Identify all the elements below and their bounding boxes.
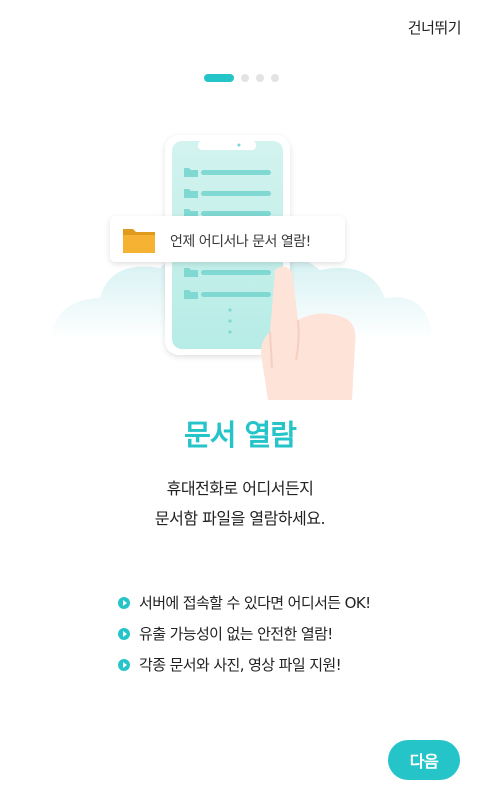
feature-item: 서버에 접속할 수 있다면 어디서든 OK! [118, 587, 371, 618]
page-dot [256, 74, 264, 82]
page-indicator [204, 74, 279, 82]
folder-icon [123, 229, 155, 253]
play-bullet-icon [118, 627, 130, 640]
play-bullet-icon [118, 658, 130, 671]
feature-text: 유출 가능성이 없는 안전한 열람! [139, 625, 333, 643]
description-line: 문서함 파일을 열람하세요. [154, 509, 326, 528]
bubble-text: 언제 어디서나 문서 열람! [170, 234, 311, 250]
feature-text: 서버에 접속할 수 있다면 어디서든 OK! [139, 594, 371, 612]
phone-notch [198, 141, 256, 150]
feature-item: 각종 문서와 사진, 영상 파일 지원! [118, 649, 371, 680]
page-dot [241, 74, 249, 82]
skip-button[interactable]: 건너뛰기 [408, 17, 462, 38]
description-line: 휴대전화로 어디서든지 [166, 479, 314, 498]
feature-list: 서버에 접속할 수 있다면 어디서든 OK! 유출 가능성이 없는 안전한 열람… [118, 587, 371, 680]
play-bullet-icon [118, 596, 130, 609]
feature-text: 각종 문서와 사진, 영상 파일 지원! [139, 656, 342, 674]
phone-document-illustration: 언제 어디서나 문서 열람! [50, 135, 432, 400]
next-button[interactable]: 다음 [388, 740, 460, 780]
page-dot [271, 74, 279, 82]
description: 휴대전화로 어디서든지 문서함 파일을 열람하세요. [0, 474, 480, 534]
page-title: 문서 열람 [184, 418, 297, 452]
page-dot-active [204, 74, 234, 82]
feature-item: 유출 가능성이 없는 안전한 열람! [118, 618, 371, 649]
